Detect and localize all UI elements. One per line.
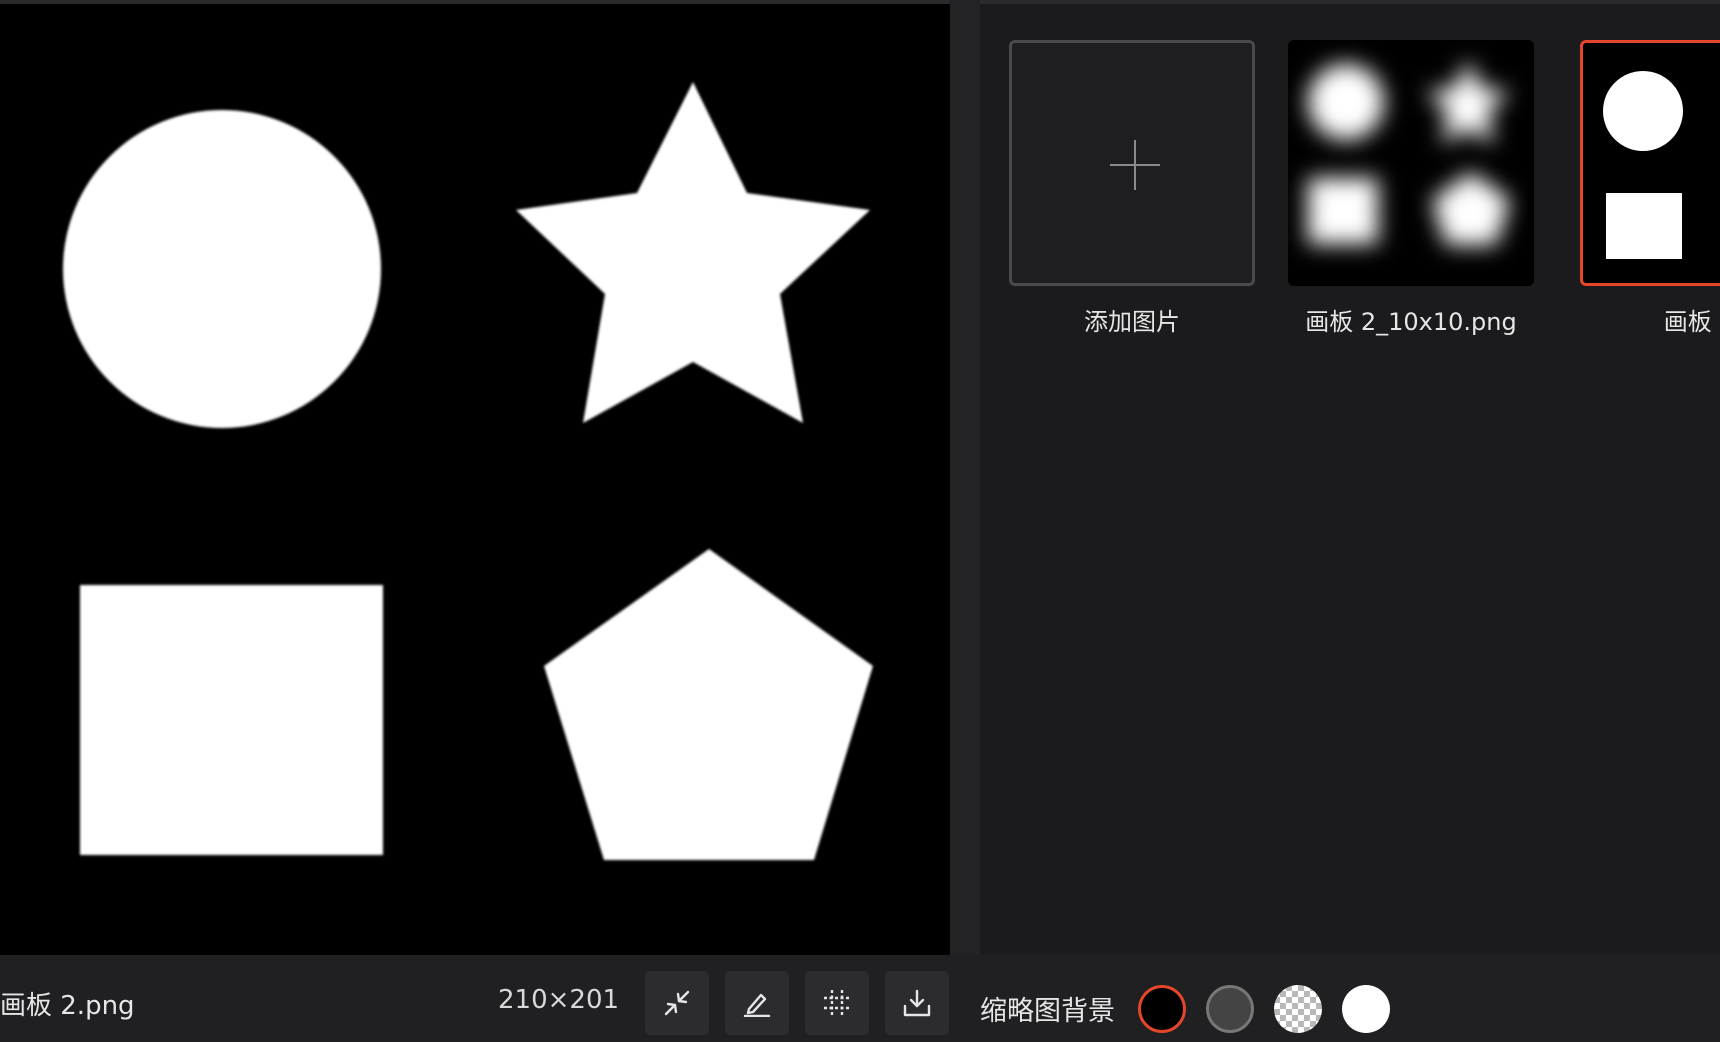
bg-swatch-white[interactable] [1342, 985, 1390, 1033]
bg-swatch-black[interactable] [1138, 985, 1186, 1033]
file-name: 画板 2.png [0, 991, 135, 1021]
bottom-toolbar: 画板 2.png 210×201 缩略图背景 [0, 955, 1720, 1042]
image-preview [0, 4, 950, 955]
edit-button[interactable] [725, 971, 789, 1035]
pencil-edit-icon [743, 993, 771, 1017]
shapes-thumbnail [1603, 71, 1683, 259]
image-dimensions: 210×201 [498, 985, 620, 1015]
thumbnail-background-label: 缩略图背景 [980, 996, 1115, 1027]
gallery-item-caption: 画板 2_10x10.png [1305, 308, 1517, 336]
pentagon-shape [544, 549, 873, 860]
image-gallery: 添加图片 画板 2_10x10.png 画板 [980, 4, 1720, 955]
collapse-arrows-icon [664, 990, 690, 1016]
add-image-label: 添加图片 [1084, 308, 1180, 336]
gallery-thumbnail[interactable] [1288, 40, 1534, 286]
collapse-button[interactable] [645, 971, 709, 1035]
grid-button[interactable] [805, 971, 869, 1035]
grid-crop-icon [824, 990, 850, 1016]
panel-divider [950, 0, 980, 955]
star-shape [516, 82, 870, 423]
download-button[interactable] [885, 971, 949, 1035]
add-image-tile[interactable]: 添加图片 [1009, 40, 1255, 336]
preview-image [63, 82, 873, 860]
gallery-item-selected[interactable]: 画板 2. [1580, 40, 1720, 336]
checkerboard-icon [1274, 985, 1322, 1033]
square-shape [80, 585, 383, 855]
add-image-button[interactable] [1009, 40, 1255, 286]
download-icon [903, 989, 931, 1017]
gallery-item[interactable]: 画板 2_10x10.png [1288, 40, 1534, 336]
bg-swatch-gray[interactable] [1206, 985, 1254, 1033]
bg-swatch-checker[interactable] [1274, 985, 1322, 1033]
circle-shape [63, 110, 381, 428]
gallery-thumbnail[interactable] [1580, 40, 1720, 286]
blurred-shapes-thumbnail [1308, 60, 1510, 245]
gallery-item-caption: 画板 2. [1663, 308, 1720, 336]
